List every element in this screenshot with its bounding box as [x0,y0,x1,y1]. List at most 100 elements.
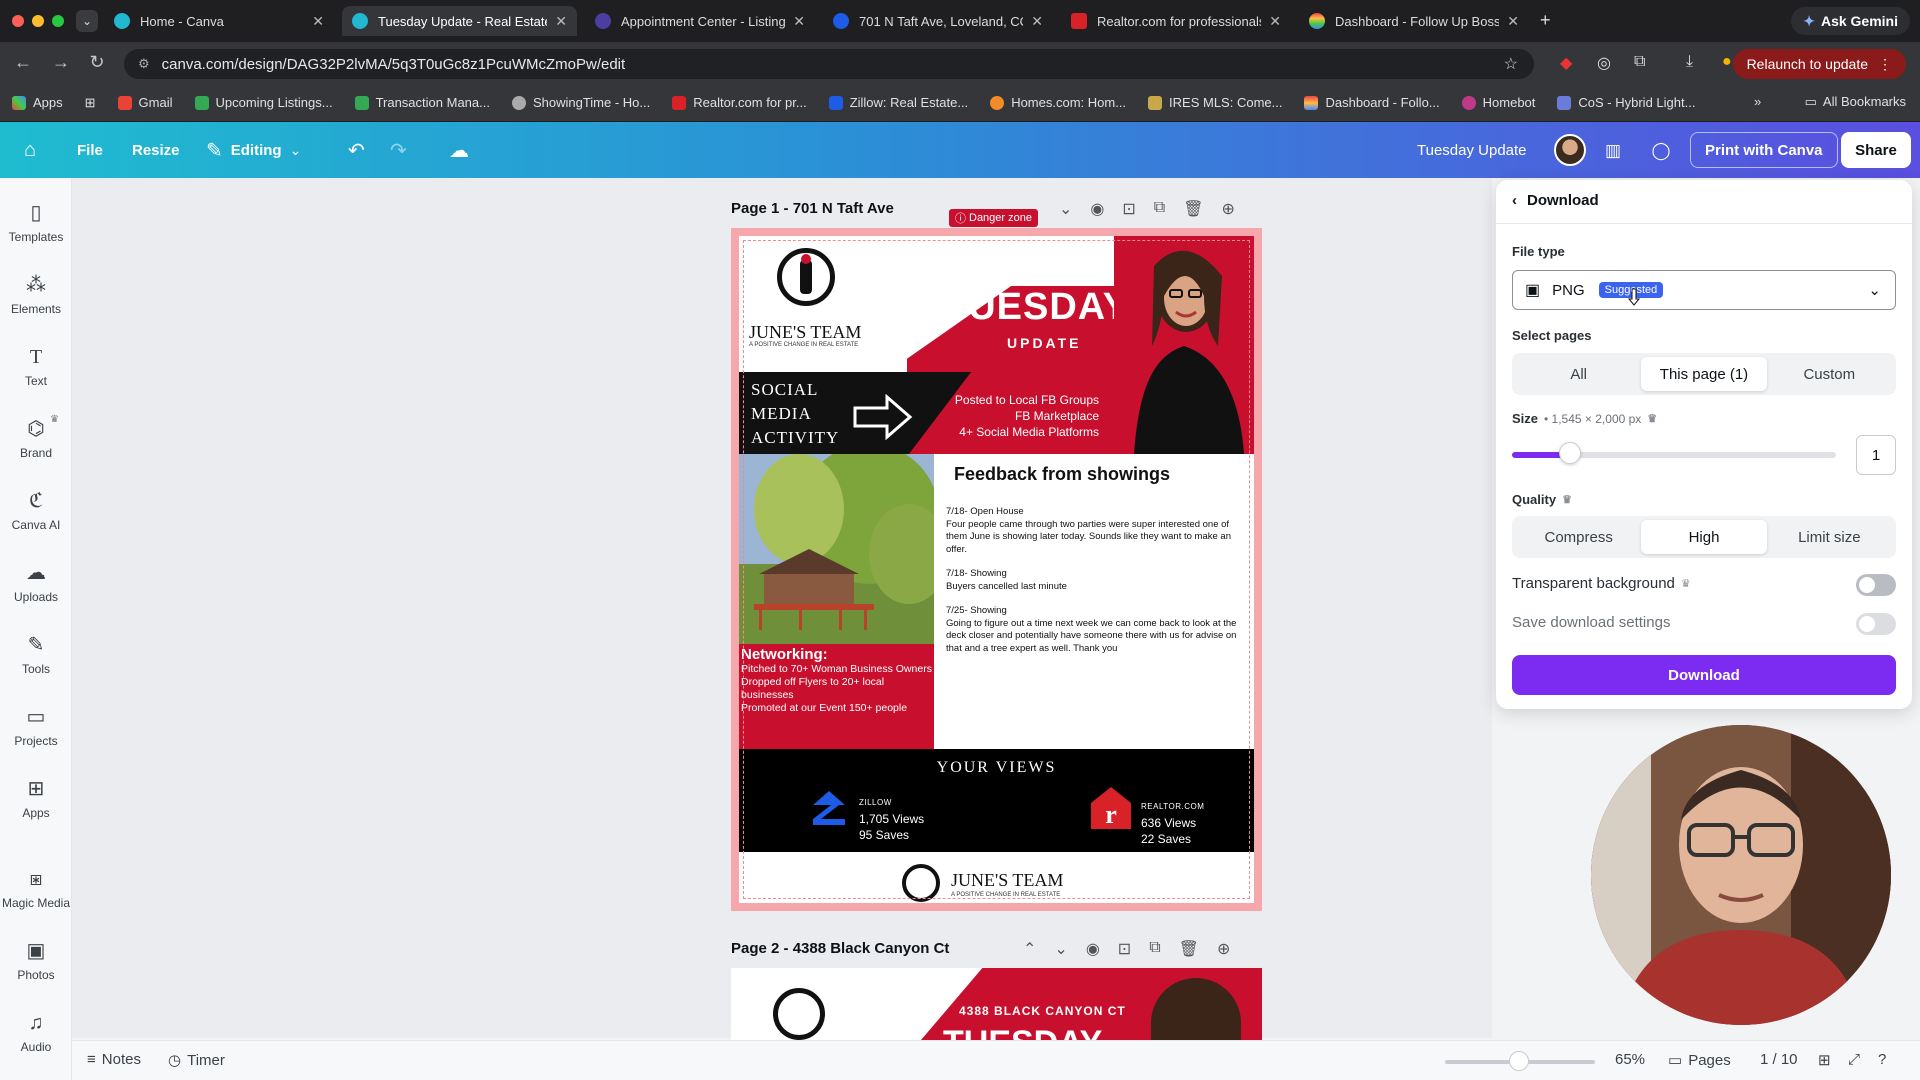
bookmark-homebot[interactable]: Homebot [1461,95,1535,110]
close-tab-icon[interactable]: ✕ [1269,13,1281,30]
maximize-window-button[interactable] [52,15,64,27]
insights-button[interactable]: ▥ [1596,134,1630,168]
bookmark-zillow[interactable]: Zillow: Real Estate... [828,95,968,110]
sidebar-item-brand[interactable]: ⌬ Brand ♛ [0,414,72,460]
all-bookmarks-button[interactable]: ▭ All Bookmarks [1805,94,1906,110]
extension-icon[interactable]: ◎ [1597,53,1611,73]
bookmark-transaction-management[interactable]: Transaction Mana... [354,95,490,110]
bookmark-ires-mls[interactable]: IRES MLS: Come... [1148,95,1282,110]
zoom-level[interactable]: 65% [1615,1051,1645,1068]
sidebar-item-tools[interactable]: ✎ Tools [0,634,72,676]
add-page-icon[interactable]: ⊕ [1217,939,1230,959]
close-tab-icon[interactable]: ✕ [312,13,324,30]
close-tab-icon[interactable]: ✕ [1507,13,1519,30]
chevron-up-icon[interactable]: ⌃ [1023,939,1036,959]
hide-page-icon[interactable]: ◉ [1090,199,1104,219]
tab-realtor-pros[interactable]: Realtor.com for professionals ✕ [1061,6,1291,36]
sidebar-item-uploads[interactable]: ☁ Uploads [0,562,72,604]
profile-icon[interactable]: ● [1722,53,1732,71]
sidebar-item-projects[interactable]: ▭ Projects [0,706,72,748]
tab-appointment-center[interactable]: Appointment Center - Listing ✕ [585,6,815,36]
download-button[interactable]: Download [1512,655,1896,695]
transparent-background-toggle[interactable] [1856,574,1896,596]
undo-button[interactable]: ↶ [348,122,365,178]
design-title[interactable]: Tuesday Update [1417,122,1527,178]
pages-option-custom[interactable]: Custom [1767,357,1892,391]
home-button[interactable]: ⌂ [24,122,36,178]
timer-button[interactable]: ◷ Timer [168,1051,225,1070]
zoom-slider-handle[interactable] [1509,1051,1529,1071]
reload-icon[interactable]: ↻ [86,52,108,73]
tab-follow-up-boss[interactable]: Dashboard - Follow Up Boss ✕ [1299,6,1529,36]
quality-option-compress[interactable]: Compress [1516,520,1641,554]
new-tab-icon[interactable]: + [1540,10,1551,31]
notes-button[interactable]: ≡ Notes [87,1051,141,1068]
extension-icon[interactable]: ◆ [1560,53,1572,73]
chevron-down-icon[interactable]: ⌄ [1054,939,1067,959]
share-button[interactable]: Share [1841,132,1911,168]
delete-page-icon[interactable]: 🗑 [1183,199,1203,219]
tab-zillow-listing[interactable]: 701 N Taft Ave, Loveland, CO ✕ [823,6,1053,36]
redo-button[interactable]: ↷ [390,122,407,178]
avatar[interactable] [1554,134,1586,166]
sidebar-item-canva-ai[interactable]: ℭ Canva AI [0,490,72,532]
download-back-button[interactable]: ‹ Download [1512,192,1599,209]
bookmark-cos[interactable]: CoS - Hybrid Light... [1557,95,1695,110]
resize-button[interactable]: Resize [132,122,180,178]
save-download-settings-toggle[interactable] [1856,613,1896,635]
file-menu-button[interactable]: File [77,122,103,178]
site-info-icon[interactable]: ⚙ [138,56,150,72]
sidebar-item-magic-media[interactable]: ⧆ Magic Media [0,868,72,910]
tab-search-icon[interactable]: ⌄ [76,10,98,32]
address-bar[interactable]: ⚙ canva.com/design/DAG32P2lvMA/5q3T0uGc8… [124,49,1534,79]
bookmark-realtor[interactable]: Realtor.com for pr... [672,95,807,110]
bookmark-gmail[interactable]: Gmail [117,95,173,110]
pages-button[interactable]: ▭ Pages [1668,1051,1731,1070]
delete-page-icon[interactable]: 🗑 [1179,939,1199,959]
bookmark-homes[interactable]: Homes.com: Hom... [990,95,1126,110]
file-type-select[interactable]: ▣ PNG Suggested ⌄ [1512,270,1896,310]
editing-mode-dropdown[interactable]: ✎ Editing ⌄ [206,122,301,178]
add-page-icon[interactable]: ⊕ [1222,199,1235,219]
chevron-down-icon[interactable]: ⌄ [1059,199,1072,219]
print-with-canva-button[interactable]: Print with Canva [1690,132,1838,168]
sidebar-item-elements[interactable]: ⁂ Elements [0,274,72,316]
sidebar-item-apps[interactable]: ⊞ Apps [0,778,72,820]
design-page-1[interactable]: JUNE'S TEAM A POSITIVE CHANGE IN REAL ES… [731,228,1262,911]
lock-icon[interactable]: ⊡ [1118,939,1131,959]
downloads-icon[interactable]: ⤓ [1686,53,1693,71]
bookmark-grid[interactable]: ⊞ [85,95,96,111]
ask-gemini-button[interactable]: ✦ Ask Gemini [1791,7,1910,35]
relaunch-to-update-button[interactable]: Relaunch to update ⋮ [1732,49,1906,79]
close-window-button[interactable] [12,15,24,27]
tab-home-canva[interactable]: Home - Canva ✕ [104,6,334,36]
bookmark-star-icon[interactable]: ☆ [1504,54,1518,74]
close-tab-icon[interactable]: ✕ [793,13,805,30]
forward-icon[interactable]: → [50,52,72,73]
design-page-2[interactable]: 4388 BLACK CANYON CT TUESDAY [731,968,1262,1040]
sidebar-item-audio[interactable]: ♫ Audio [0,1012,72,1054]
save-status-button[interactable]: ☁ [449,122,469,178]
page-1-title[interactable]: Page 1 - 701 N Taft Ave [731,200,894,217]
close-tab-icon[interactable]: ✕ [555,13,567,30]
more-bookmarks-icon[interactable]: » [1754,94,1761,109]
extensions-puzzle-icon[interactable]: ⧉ [1634,53,1645,71]
help-button[interactable]: ? [1878,1051,1886,1068]
lock-icon[interactable]: ⊡ [1122,199,1135,219]
tab-tuesday-update[interactable]: Tuesday Update - Real Estate ✕ [342,6,577,36]
bookmark-upcoming-listings[interactable]: Upcoming Listings... [194,95,333,110]
bookmark-dashboard[interactable]: Dashboard - Follo... [1304,95,1440,110]
pages-option-all[interactable]: All [1516,357,1641,391]
pages-option-this-page[interactable]: This page (1) [1641,357,1767,391]
bookmark-apps[interactable]: Apps [12,95,63,110]
page-2-title[interactable]: Page 2 - 4388 Black Canyon Ct [731,940,949,957]
sidebar-item-text[interactable]: T Text [0,346,72,388]
size-scale-input[interactable]: 1 [1856,435,1896,475]
back-icon[interactable]: ← [12,52,34,73]
sidebar-item-templates[interactable]: ▯ Templates [0,202,72,244]
quality-option-limit-size[interactable]: Limit size [1767,520,1892,554]
duplicate-page-icon[interactable]: ⧉ [1154,199,1165,219]
grid-view-button[interactable]: ⊞ [1818,1051,1831,1069]
sidebar-item-photos[interactable]: ▣ Photos [0,940,72,982]
quality-option-high[interactable]: High [1641,520,1767,554]
